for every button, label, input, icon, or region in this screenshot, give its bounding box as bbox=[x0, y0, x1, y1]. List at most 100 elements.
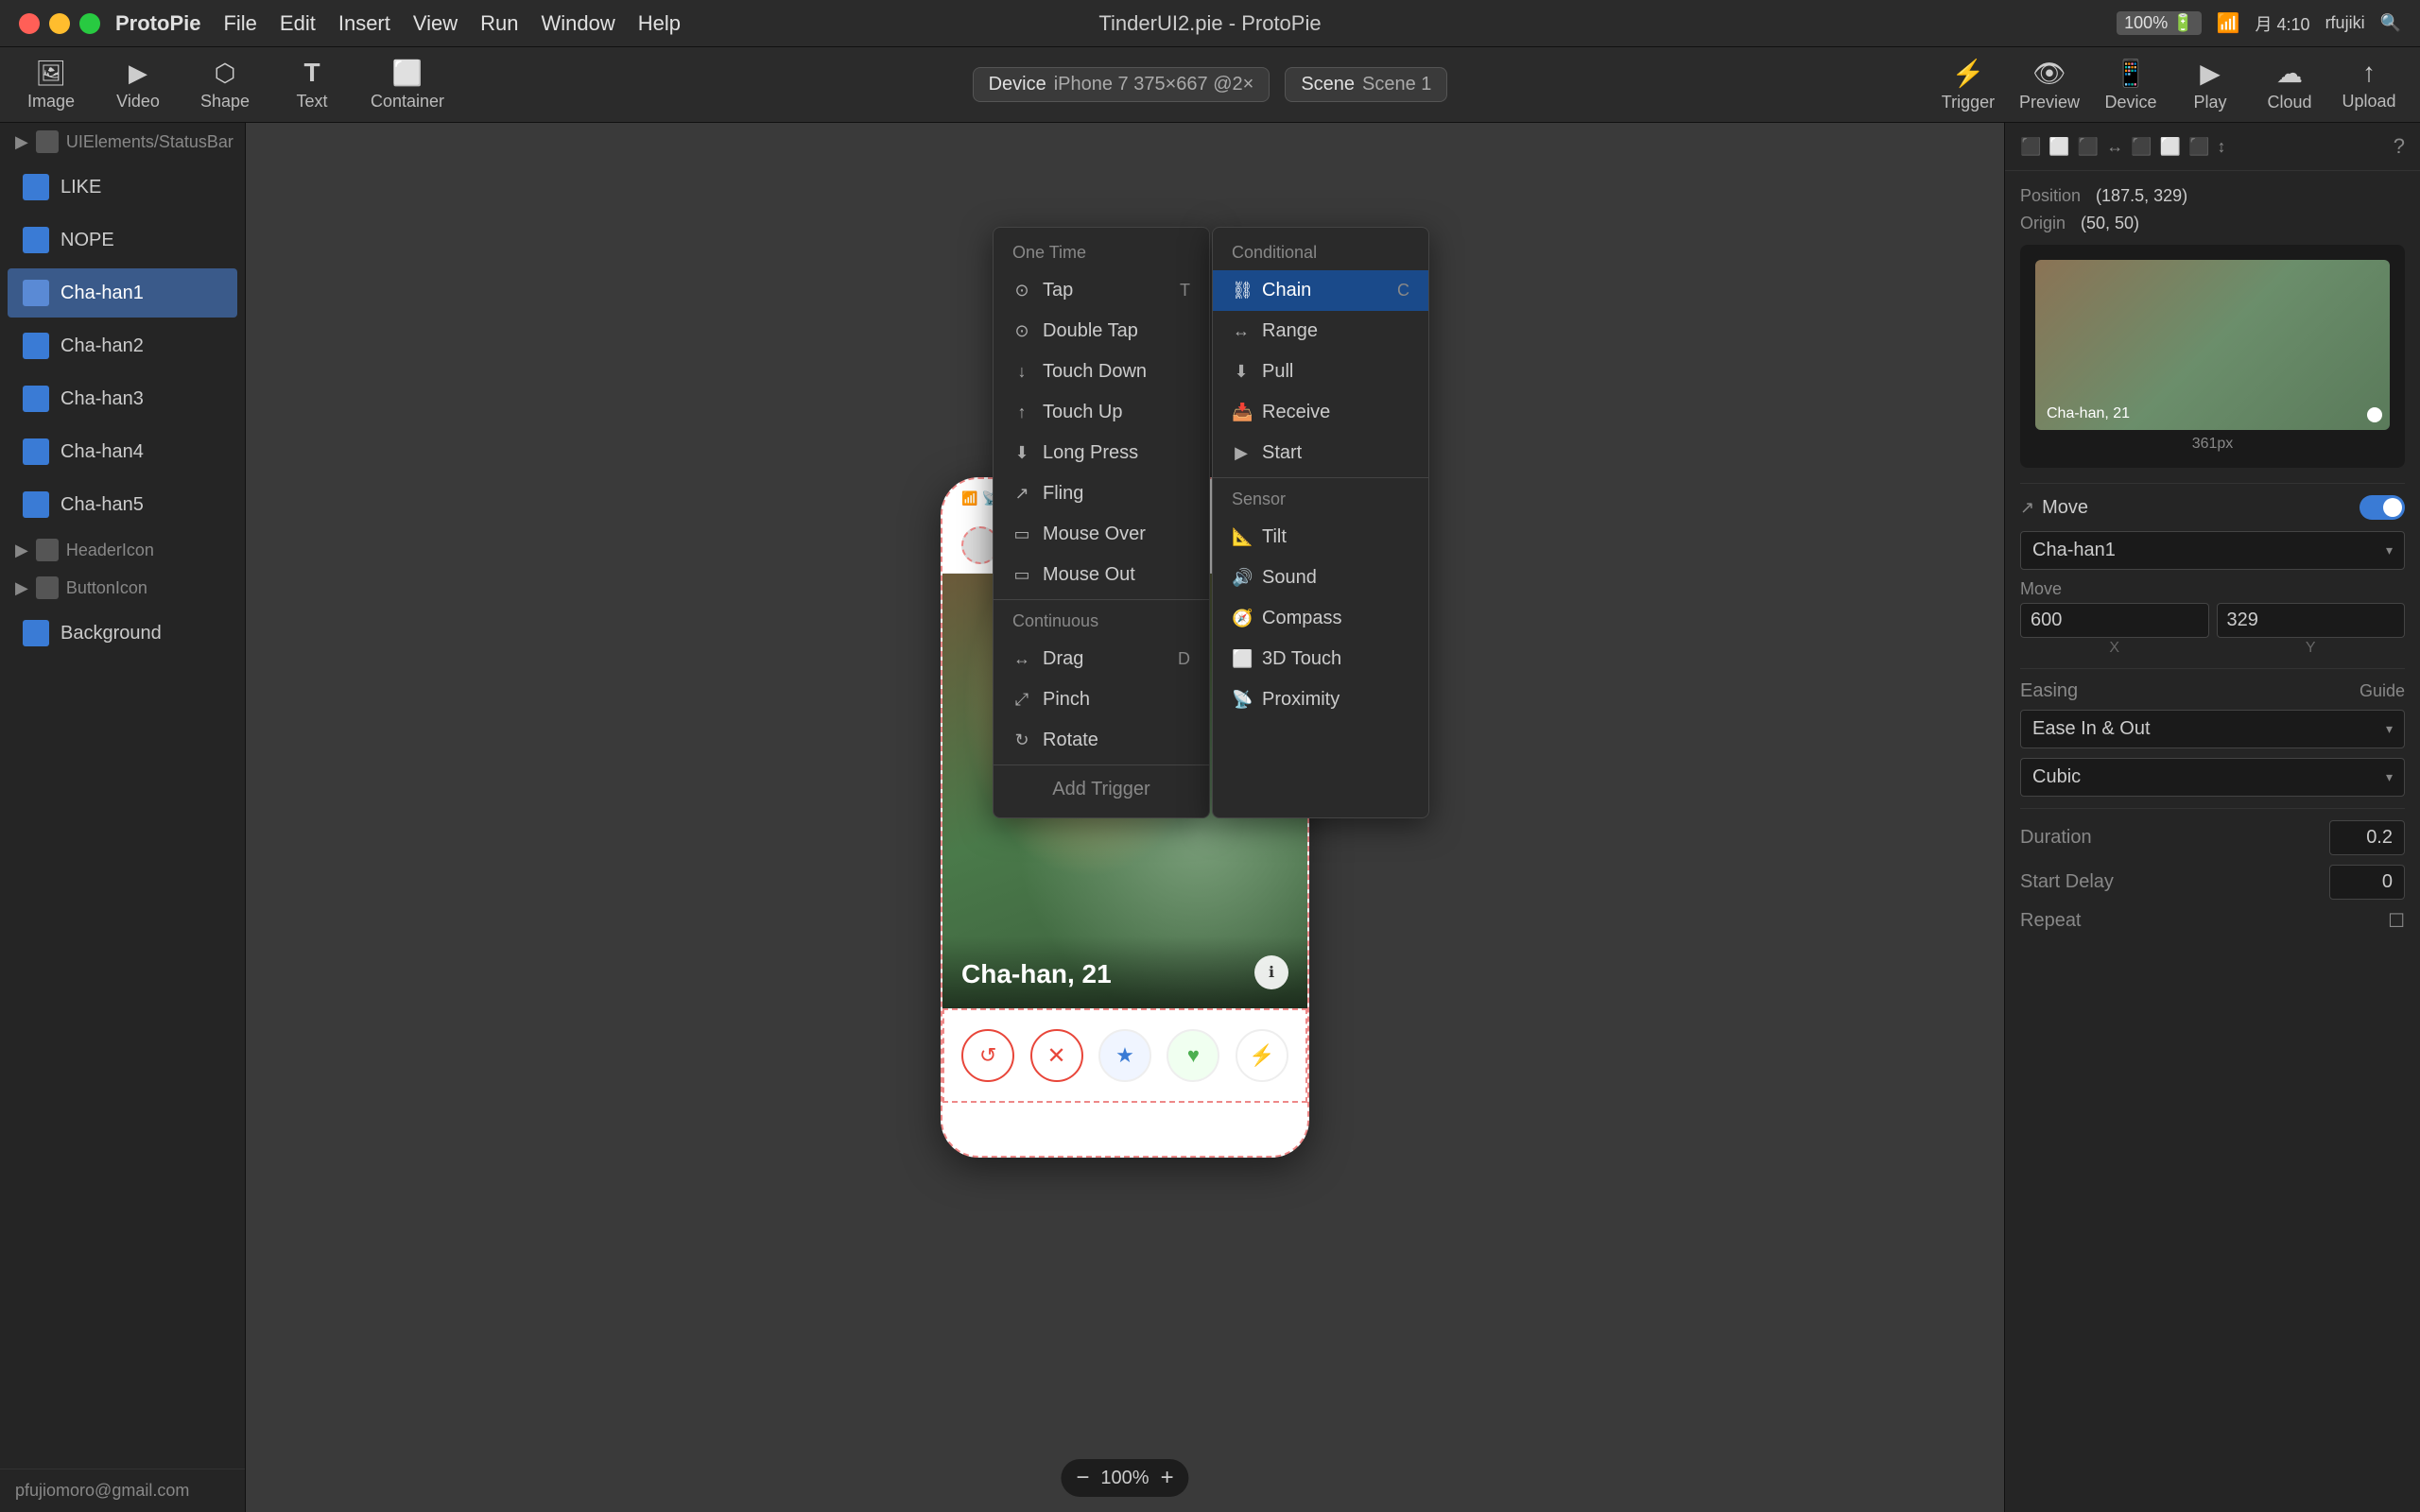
align-right-icon[interactable]: ⬛ bbox=[2078, 137, 2099, 157]
zoom-plus[interactable]: + bbox=[1161, 1465, 1174, 1491]
canvas-area[interactable]: 📶 📡 9:41 AM 🔷 100% 🔋 🔥 bbox=[246, 123, 2004, 1512]
menu-file[interactable]: File bbox=[223, 11, 256, 36]
nope-button[interactable]: ✕ bbox=[1030, 1029, 1083, 1082]
repeat-toggle[interactable]: ☐ bbox=[2388, 909, 2405, 933]
wifi-icon: 📶 bbox=[2217, 11, 2240, 35]
info-button[interactable]: ℹ bbox=[1254, 955, 1288, 989]
easing-type-dropdown[interactable]: Cubic ▾ bbox=[2020, 758, 2405, 797]
trigger-tap[interactable]: ⊙ Tap T bbox=[994, 270, 1209, 311]
trigger-start[interactable]: ▶ Start bbox=[1213, 433, 1428, 473]
trigger-pull[interactable]: ⬇ Pull bbox=[1213, 352, 1428, 392]
menu-view[interactable]: View bbox=[413, 11, 458, 36]
help-icon[interactable]: ? bbox=[2394, 134, 2405, 159]
trigger-range[interactable]: ↔ Range bbox=[1213, 311, 1428, 352]
move-x-input[interactable] bbox=[2020, 603, 2209, 638]
scene-selector[interactable]: Scene Scene 1 bbox=[1285, 67, 1447, 102]
align-bottom-icon[interactable]: ⬛ bbox=[2188, 137, 2209, 157]
tool-video[interactable]: ▶ Video bbox=[110, 59, 166, 112]
sidebar-item-nope[interactable]: NOPE bbox=[8, 215, 237, 265]
align-center-icon[interactable]: ⬜ bbox=[2048, 137, 2069, 157]
repeat-row: Repeat ☐ bbox=[2020, 909, 2405, 933]
trigger-tilt[interactable]: 📐 Tilt bbox=[1213, 517, 1428, 558]
trigger-drag[interactable]: ↔ Drag D bbox=[994, 639, 1209, 679]
trigger-proximity[interactable]: 📡 Proximity bbox=[1213, 679, 1428, 720]
sidebar-item-like[interactable]: LIKE bbox=[8, 163, 237, 212]
trigger-double-tap[interactable]: ⊙ Double Tap bbox=[994, 311, 1209, 352]
move-toggle[interactable] bbox=[2360, 495, 2405, 520]
minimize-button[interactable] bbox=[49, 13, 70, 34]
trigger-compass[interactable]: 🧭 Compass bbox=[1213, 598, 1428, 639]
tool-shape[interactable]: ⬡ Shape bbox=[197, 59, 253, 112]
distribute-v-icon[interactable]: ↕ bbox=[2218, 137, 2226, 157]
action-preview[interactable]: 👁 Preview bbox=[2019, 58, 2080, 112]
bolt-button[interactable]: ⚡ bbox=[1236, 1029, 1288, 1082]
trigger-rotate[interactable]: ↻ Rotate bbox=[994, 720, 1209, 761]
tool-container[interactable]: ⬜ Container bbox=[371, 59, 444, 112]
trigger-icon: ⚡ bbox=[1952, 58, 1985, 89]
sidebar-item-cha-han3[interactable]: Cha-han3 bbox=[8, 374, 237, 423]
sidebar-item-cha-han5[interactable]: Cha-han5 bbox=[8, 480, 237, 529]
layer-icon-header bbox=[36, 539, 59, 561]
sidebar-item-background[interactable]: Background bbox=[8, 609, 237, 658]
trigger-mouse-over[interactable]: ▭ Mouse Over bbox=[994, 514, 1209, 555]
trigger-sound[interactable]: 🔊 Sound bbox=[1213, 558, 1428, 598]
move-y-input[interactable] bbox=[2217, 603, 2406, 638]
trigger-receive[interactable]: 📥 Receive bbox=[1213, 392, 1428, 433]
continuous-header: Continuous bbox=[994, 604, 1209, 639]
menu-run[interactable]: Run bbox=[480, 11, 518, 36]
duration-value[interactable]: 0.2 bbox=[2329, 820, 2405, 855]
action-play[interactable]: ▶ Play bbox=[2182, 58, 2238, 112]
sidebar-item-cha-han2[interactable]: Cha-han2 bbox=[8, 321, 237, 370]
tap-shortcut: T bbox=[1180, 281, 1190, 301]
menu-insert[interactable]: Insert bbox=[338, 11, 390, 36]
trigger-long-press[interactable]: ⬇ Long Press bbox=[994, 433, 1209, 473]
heart-button[interactable]: ♥ bbox=[1167, 1029, 1219, 1082]
trigger-tilt-label: Tilt bbox=[1262, 526, 1287, 548]
device-selector[interactable]: Device iPhone 7 375×667 @2× bbox=[973, 67, 1270, 102]
titlebar-left: ProtoPie File Edit Insert View Run Windo… bbox=[19, 11, 681, 36]
add-trigger-button[interactable]: Add Trigger bbox=[994, 769, 1209, 810]
sidebar-item-cha-han1[interactable]: Cha-han1 bbox=[8, 268, 237, 318]
sidebar-item-button-icon[interactable]: ▶ ButtonIcon bbox=[0, 569, 245, 607]
target-dropdown[interactable]: Cha-han1 ▾ bbox=[2020, 531, 2405, 570]
menu-edit[interactable]: Edit bbox=[280, 11, 316, 36]
trigger-chain[interactable]: ⛓ Chain C bbox=[1213, 270, 1428, 311]
sidebar-item-header-icon[interactable]: ▶ HeaderIcon bbox=[0, 531, 245, 569]
preview-icon: 👁 bbox=[2032, 58, 2066, 89]
tool-text[interactable]: T Text bbox=[284, 58, 340, 112]
action-trigger[interactable]: ⚡ Trigger bbox=[1940, 58, 1996, 112]
titlebar-right: 100% 🔋 📶 月 4:10 rfujiki 🔍 bbox=[2117, 11, 2401, 36]
action-cloud[interactable]: ☁ Cloud bbox=[2261, 58, 2318, 112]
tool-image[interactable]: 🖼 Image bbox=[23, 59, 79, 112]
align-middle-icon[interactable]: ⬜ bbox=[2160, 137, 2181, 157]
trigger-touch-down[interactable]: ↓ Touch Down bbox=[994, 352, 1209, 392]
layer-icon-cha-han1 bbox=[23, 280, 49, 306]
star-button[interactable]: ★ bbox=[1098, 1029, 1151, 1082]
mouse-over-icon: ▭ bbox=[1012, 524, 1031, 544]
easing-dropdown[interactable]: Ease In & Out ▾ bbox=[2020, 710, 2405, 748]
trigger-pinch[interactable]: ⤢ Pinch bbox=[994, 679, 1209, 720]
distribute-h-icon[interactable]: ↔ bbox=[2106, 137, 2123, 157]
action-upload[interactable]: ↑ Upload bbox=[2341, 58, 2397, 112]
menu-app[interactable]: ProtoPie bbox=[115, 11, 200, 36]
rewind-button[interactable]: ↺ bbox=[961, 1029, 1014, 1082]
sidebar-item-cha-han4[interactable]: Cha-han4 bbox=[8, 427, 237, 476]
start-delay-value[interactable]: 0 bbox=[2329, 865, 2405, 900]
sidebar-item-status-bar[interactable]: ▶ UIElements/StatusBar bbox=[0, 123, 245, 161]
action-trigger-label: Trigger bbox=[1942, 93, 1995, 112]
trigger-fling[interactable]: ↗ Fling bbox=[994, 473, 1209, 514]
menu-window[interactable]: Window bbox=[542, 11, 615, 36]
trigger-mouse-out[interactable]: ▭ Mouse Out bbox=[994, 555, 1209, 595]
align-top-icon[interactable]: ⬛ bbox=[2131, 137, 2152, 157]
zoom-minus[interactable]: − bbox=[1076, 1465, 1089, 1491]
align-left-icon[interactable]: ⬛ bbox=[2020, 137, 2041, 157]
fullscreen-button[interactable] bbox=[79, 13, 100, 34]
action-device[interactable]: 📱 Device bbox=[2102, 58, 2159, 112]
close-button[interactable] bbox=[19, 13, 40, 34]
repeat-label: Repeat bbox=[2020, 910, 2082, 932]
search-icon[interactable]: 🔍 bbox=[2380, 13, 2401, 33]
trigger-3d-touch[interactable]: ⬜ 3D Touch bbox=[1213, 639, 1428, 679]
separator-2 bbox=[2020, 668, 2405, 669]
trigger-touch-up[interactable]: ↑ Touch Up bbox=[994, 392, 1209, 433]
menu-help[interactable]: Help bbox=[638, 11, 681, 36]
